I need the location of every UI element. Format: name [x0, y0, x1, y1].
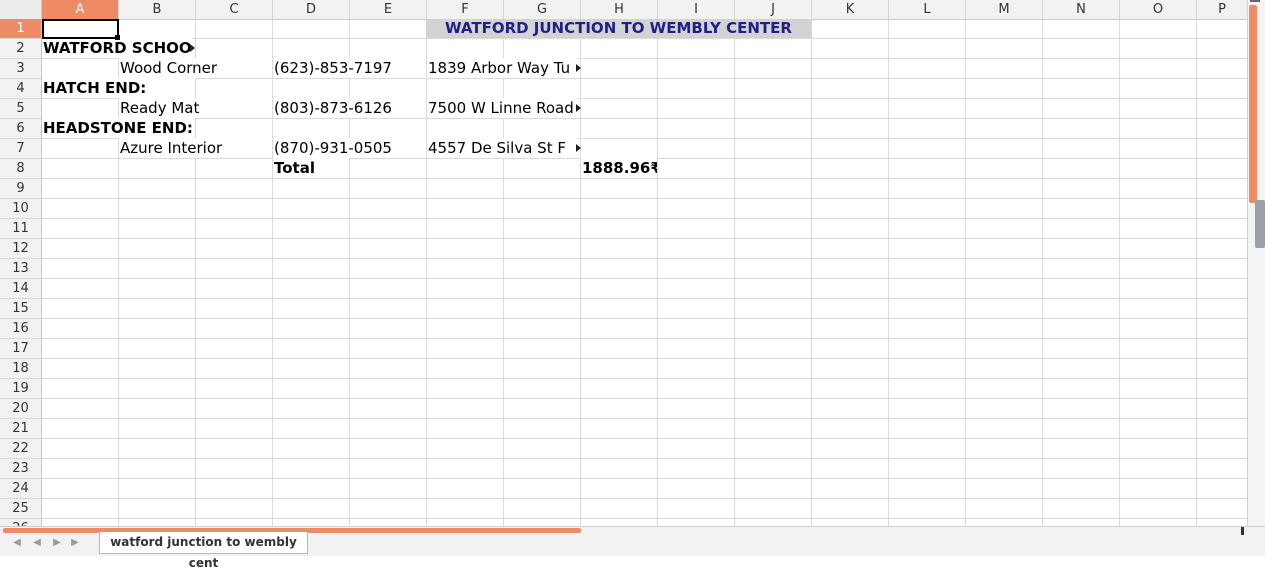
column-header-o[interactable]: O	[1120, 0, 1197, 19]
overflow-indicator-icon	[576, 104, 581, 112]
prev-sheet-icon[interactable]: ◀	[30, 536, 44, 550]
column-header-b[interactable]: B	[119, 0, 196, 19]
sheet-title-cell[interactable]: WATFORD JUNCTION TO WEMBLY CENTER	[426, 19, 811, 38]
vertical-scrollbar[interactable]	[1247, 0, 1265, 526]
company-cell-azure-interior[interactable]: Azure Interior	[119, 138, 272, 158]
total-label-cell[interactable]: Total	[273, 158, 349, 178]
row-header-6[interactable]: 6	[0, 119, 41, 139]
select-all-corner[interactable]	[0, 0, 42, 19]
row-header-23[interactable]: 23	[0, 459, 41, 479]
column-header-m[interactable]: M	[966, 0, 1043, 19]
row-header-17[interactable]: 17	[0, 339, 41, 359]
row-header-20[interactable]: 20	[0, 399, 41, 419]
row-header-8[interactable]: 8	[0, 159, 41, 179]
row-header-21[interactable]: 21	[0, 419, 41, 439]
column-header-a[interactable]: A	[42, 0, 119, 19]
overflow-indicator-icon	[576, 144, 581, 152]
active-cell-cursor	[42, 19, 119, 39]
row-header-25[interactable]: 25	[0, 499, 41, 519]
row-header-16[interactable]: 16	[0, 319, 41, 339]
column-header-l[interactable]: L	[889, 0, 966, 19]
row-header-13[interactable]: 13	[0, 259, 41, 279]
phone-cell-wood-corner[interactable]: (623)-853-7197	[273, 58, 426, 78]
column-header-n[interactable]: N	[1043, 0, 1120, 19]
row-header-1[interactable]: 1	[0, 19, 41, 39]
row-header-5[interactable]: 5	[0, 99, 41, 119]
row-header-22[interactable]: 22	[0, 439, 41, 459]
column-header-d[interactable]: D	[273, 0, 350, 19]
last-sheet-icon[interactable]: ▶	[68, 536, 82, 550]
company-cell-ready-mat[interactable]: Ready Mat	[119, 98, 272, 118]
next-sheet-icon[interactable]: ▶	[50, 536, 64, 550]
group-heading-hatch-end[interactable]: HATCH END:	[42, 78, 195, 98]
fill-handle[interactable]	[115, 35, 120, 40]
horizontal-scroll-end-marker	[1241, 527, 1244, 535]
column-header-bar: A B C D E F G H I J K L M N O P	[0, 0, 1247, 20]
phone-cell-azure-interior[interactable]: (870)-931-0505	[273, 138, 426, 158]
row-header-3[interactable]: 3	[0, 59, 41, 79]
row-header-15[interactable]: 15	[0, 299, 41, 319]
address-cell-azure-interior[interactable]: 4557 De Silva St F	[427, 138, 578, 158]
row-header-26[interactable]: 26	[0, 519, 41, 526]
column-header-f[interactable]: F	[427, 0, 504, 19]
row-header-4[interactable]: 4	[0, 79, 41, 99]
row-header-7[interactable]: 7	[0, 139, 41, 159]
row-header-bar: 1 2 3 4 5 6 7 8 9 10 11 12 13 14 15 16 1…	[0, 19, 42, 526]
group-heading-watford[interactable]: WATFORD SCHOO	[42, 38, 192, 58]
overflow-indicator-icon	[576, 64, 581, 72]
column-header-k[interactable]: K	[812, 0, 889, 19]
phone-cell-ready-mat[interactable]: (803)-873-6126	[273, 98, 426, 118]
column-header-p[interactable]: P	[1197, 0, 1247, 19]
row-header-14[interactable]: 14	[0, 279, 41, 299]
cell-grid[interactable]: WATFORD JUNCTION TO WEMBLY CENTER WATFOR…	[42, 19, 1247, 526]
column-header-e[interactable]: E	[350, 0, 427, 19]
group-heading-headstone-end[interactable]: HEADSTONE END:	[42, 118, 195, 138]
row-header-19[interactable]: 19	[0, 379, 41, 399]
row-header-9[interactable]: 9	[0, 179, 41, 199]
scrollbar-top-marker	[1250, 0, 1260, 2]
total-value-cell[interactable]: 1888.96₹	[581, 158, 657, 178]
row-header-24[interactable]: 24	[0, 479, 41, 499]
row-header-18[interactable]: 18	[0, 359, 41, 379]
first-sheet-icon[interactable]: ◀	[10, 536, 24, 550]
row-header-2[interactable]: 2	[0, 39, 41, 59]
column-header-j[interactable]: J	[735, 0, 812, 19]
address-cell-ready-mat[interactable]: 7500 W Linne Road	[427, 98, 578, 118]
row-header-10[interactable]: 10	[0, 199, 41, 219]
column-header-g[interactable]: G	[504, 0, 581, 19]
column-header-i[interactable]: I	[658, 0, 735, 19]
row-header-12[interactable]: 12	[0, 239, 41, 259]
vertical-scroll-thumb[interactable]	[1249, 5, 1257, 203]
address-cell-wood-corner[interactable]: 1839 Arbor Way Tu	[427, 58, 578, 78]
sheet-tab-watford[interactable]: watford junction to wembly cent	[99, 532, 308, 570]
sheet-tab-bar: ◀ ◀ ▶ ▶ watford junction to wembly cent	[0, 526, 1265, 570]
overflow-indicator-icon	[190, 44, 195, 52]
company-cell-wood-corner[interactable]: Wood Corner	[119, 58, 272, 78]
column-header-c[interactable]: C	[196, 0, 273, 19]
vertical-scroll-handle[interactable]	[1255, 200, 1265, 248]
column-header-h[interactable]: H	[581, 0, 658, 19]
row-header-11[interactable]: 11	[0, 219, 41, 239]
